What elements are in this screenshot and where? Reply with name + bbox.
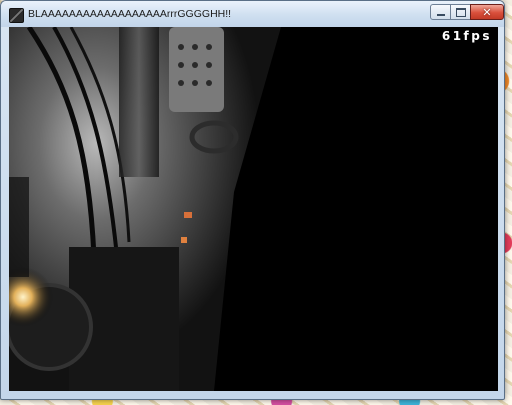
minimize-icon [436, 14, 445, 16]
scene-render [9, 27, 281, 391]
app-window: BLAAAAAAAAAAAAAAAAAArrrGGGGHH!! ✕ 61fps [0, 0, 505, 400]
maximize-icon [455, 7, 466, 17]
close-icon: ✕ [482, 5, 492, 19]
window-title: BLAAAAAAAAAAAAAAAAAArrrGGGGHH!! [28, 8, 232, 20]
title-bar[interactable]: BLAAAAAAAAAAAAAAAAAArrrGGGGHH!! ✕ [1, 1, 504, 27]
close-button[interactable]: ✕ [470, 4, 504, 20]
minimize-button[interactable] [430, 4, 451, 20]
fps-counter: 61fps [441, 29, 492, 43]
render-viewport[interactable]: 61fps [9, 27, 498, 391]
maximize-button[interactable] [450, 4, 471, 20]
app-icon[interactable] [9, 8, 24, 23]
